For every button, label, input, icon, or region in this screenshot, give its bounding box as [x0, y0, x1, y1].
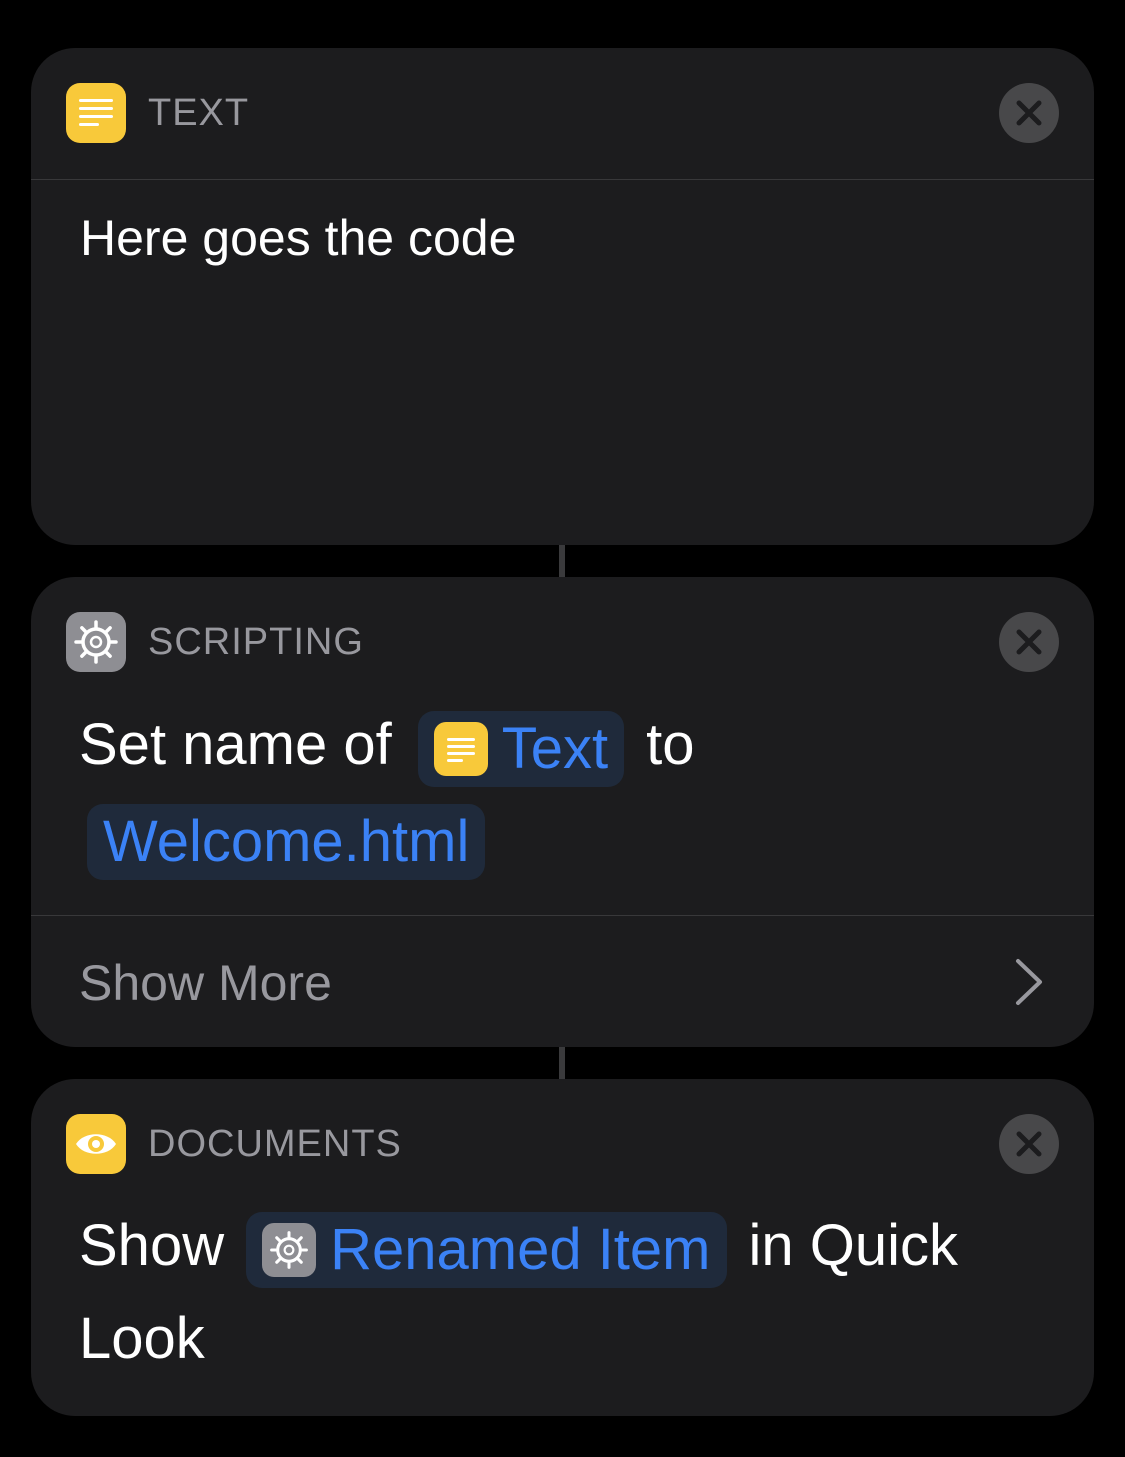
summary-text: Show [79, 1213, 225, 1278]
divider [31, 179, 1094, 180]
action-category: SCRIPTING [148, 621, 364, 663]
action-category: DOCUMENTS [148, 1123, 402, 1165]
scripting-action-card[interactable]: SCRIPTING Set name of Text to Welcome.html … [31, 577, 1094, 1047]
variable-token-text[interactable]: Text [417, 710, 625, 787]
remove-action-button[interactable] [999, 1114, 1059, 1174]
action-summary: Set name of Text to Welcome.html [79, 698, 1054, 884]
summary-text: to [646, 712, 695, 777]
parameter-token-name[interactable]: Welcome.html [87, 803, 486, 880]
show-more-label: Show More [79, 955, 332, 1011]
text-lines-icon [433, 721, 488, 776]
token-label: Renamed Item [330, 1217, 711, 1283]
documents-action-card[interactable]: DOCUMENTS Show Renamed Item in Quick Look [31, 1079, 1094, 1416]
variable-token-renamed-item[interactable]: Renamed Item [246, 1211, 727, 1288]
divider [31, 915, 1094, 916]
action-summary: Show Renamed Item in Quick Look [79, 1199, 1054, 1385]
action-header: SCRIPTING [31, 577, 1094, 707]
chevron-right-icon [1016, 959, 1042, 1005]
connector-line [559, 1047, 565, 1079]
action-category: TEXT [148, 92, 250, 134]
close-icon [1016, 100, 1042, 126]
token-label: Welcome.html [103, 809, 470, 875]
connector-line [559, 545, 565, 577]
token-label: Text [501, 716, 609, 782]
text-lines-icon [66, 83, 126, 143]
summary-text: Set name of [79, 712, 392, 777]
remove-action-button[interactable] [999, 83, 1059, 143]
gear-icon [66, 612, 126, 672]
eye-icon [66, 1114, 126, 1174]
close-icon [1016, 1131, 1042, 1157]
gear-icon [262, 1222, 317, 1277]
action-header: TEXT [31, 48, 1094, 178]
text-action-card[interactable]: TEXT Here goes the code [31, 48, 1094, 545]
action-header: DOCUMENTS [31, 1079, 1094, 1209]
remove-action-button[interactable] [999, 612, 1059, 672]
close-icon [1016, 629, 1042, 655]
text-input-field[interactable]: Here goes the code [80, 208, 516, 268]
